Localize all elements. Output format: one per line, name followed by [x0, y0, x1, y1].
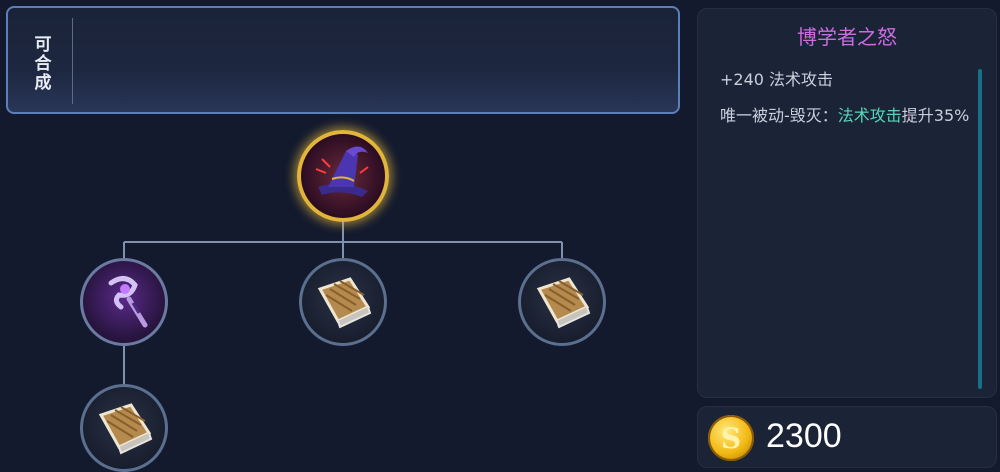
- item-tree: [0, 0, 690, 472]
- passive-suffix: 提升35%: [901, 106, 970, 125]
- passive-prefix: 唯一被动-毁灭：: [720, 106, 838, 125]
- item-info-panel: 博学者之怒 +240 法术攻击 唯一被动-毁灭：法术攻击提升35%: [697, 8, 997, 398]
- price-panel: S 2300: [697, 406, 997, 468]
- component-item-book-1[interactable]: [299, 258, 387, 346]
- passive-highlight: 法术攻击: [837, 106, 902, 125]
- info-scrollbar[interactable]: [978, 69, 982, 389]
- component-item-staff[interactable]: [80, 258, 168, 346]
- item-title: 博学者之怒: [797, 25, 897, 49]
- component-item-book-3[interactable]: [80, 384, 168, 472]
- root-item-wizard-hat[interactable]: [297, 130, 389, 222]
- item-price: 2300: [766, 417, 842, 455]
- gold-coin-icon: S: [708, 415, 754, 461]
- book-icon: [91, 393, 157, 463]
- book-icon: [529, 267, 595, 337]
- stat-magic-attack: +240 法术攻击: [720, 70, 834, 89]
- wizard-hat-icon: [308, 139, 378, 213]
- passive-description: 唯一被动-毁灭：法术攻击提升35%: [720, 105, 970, 127]
- staff-icon: [91, 267, 157, 337]
- coin-letter: S: [720, 421, 742, 455]
- item-stats: +240 法术攻击 唯一被动-毁灭：法术攻击提升35%: [720, 69, 970, 141]
- component-item-book-2[interactable]: [518, 258, 606, 346]
- book-icon: [310, 267, 376, 337]
